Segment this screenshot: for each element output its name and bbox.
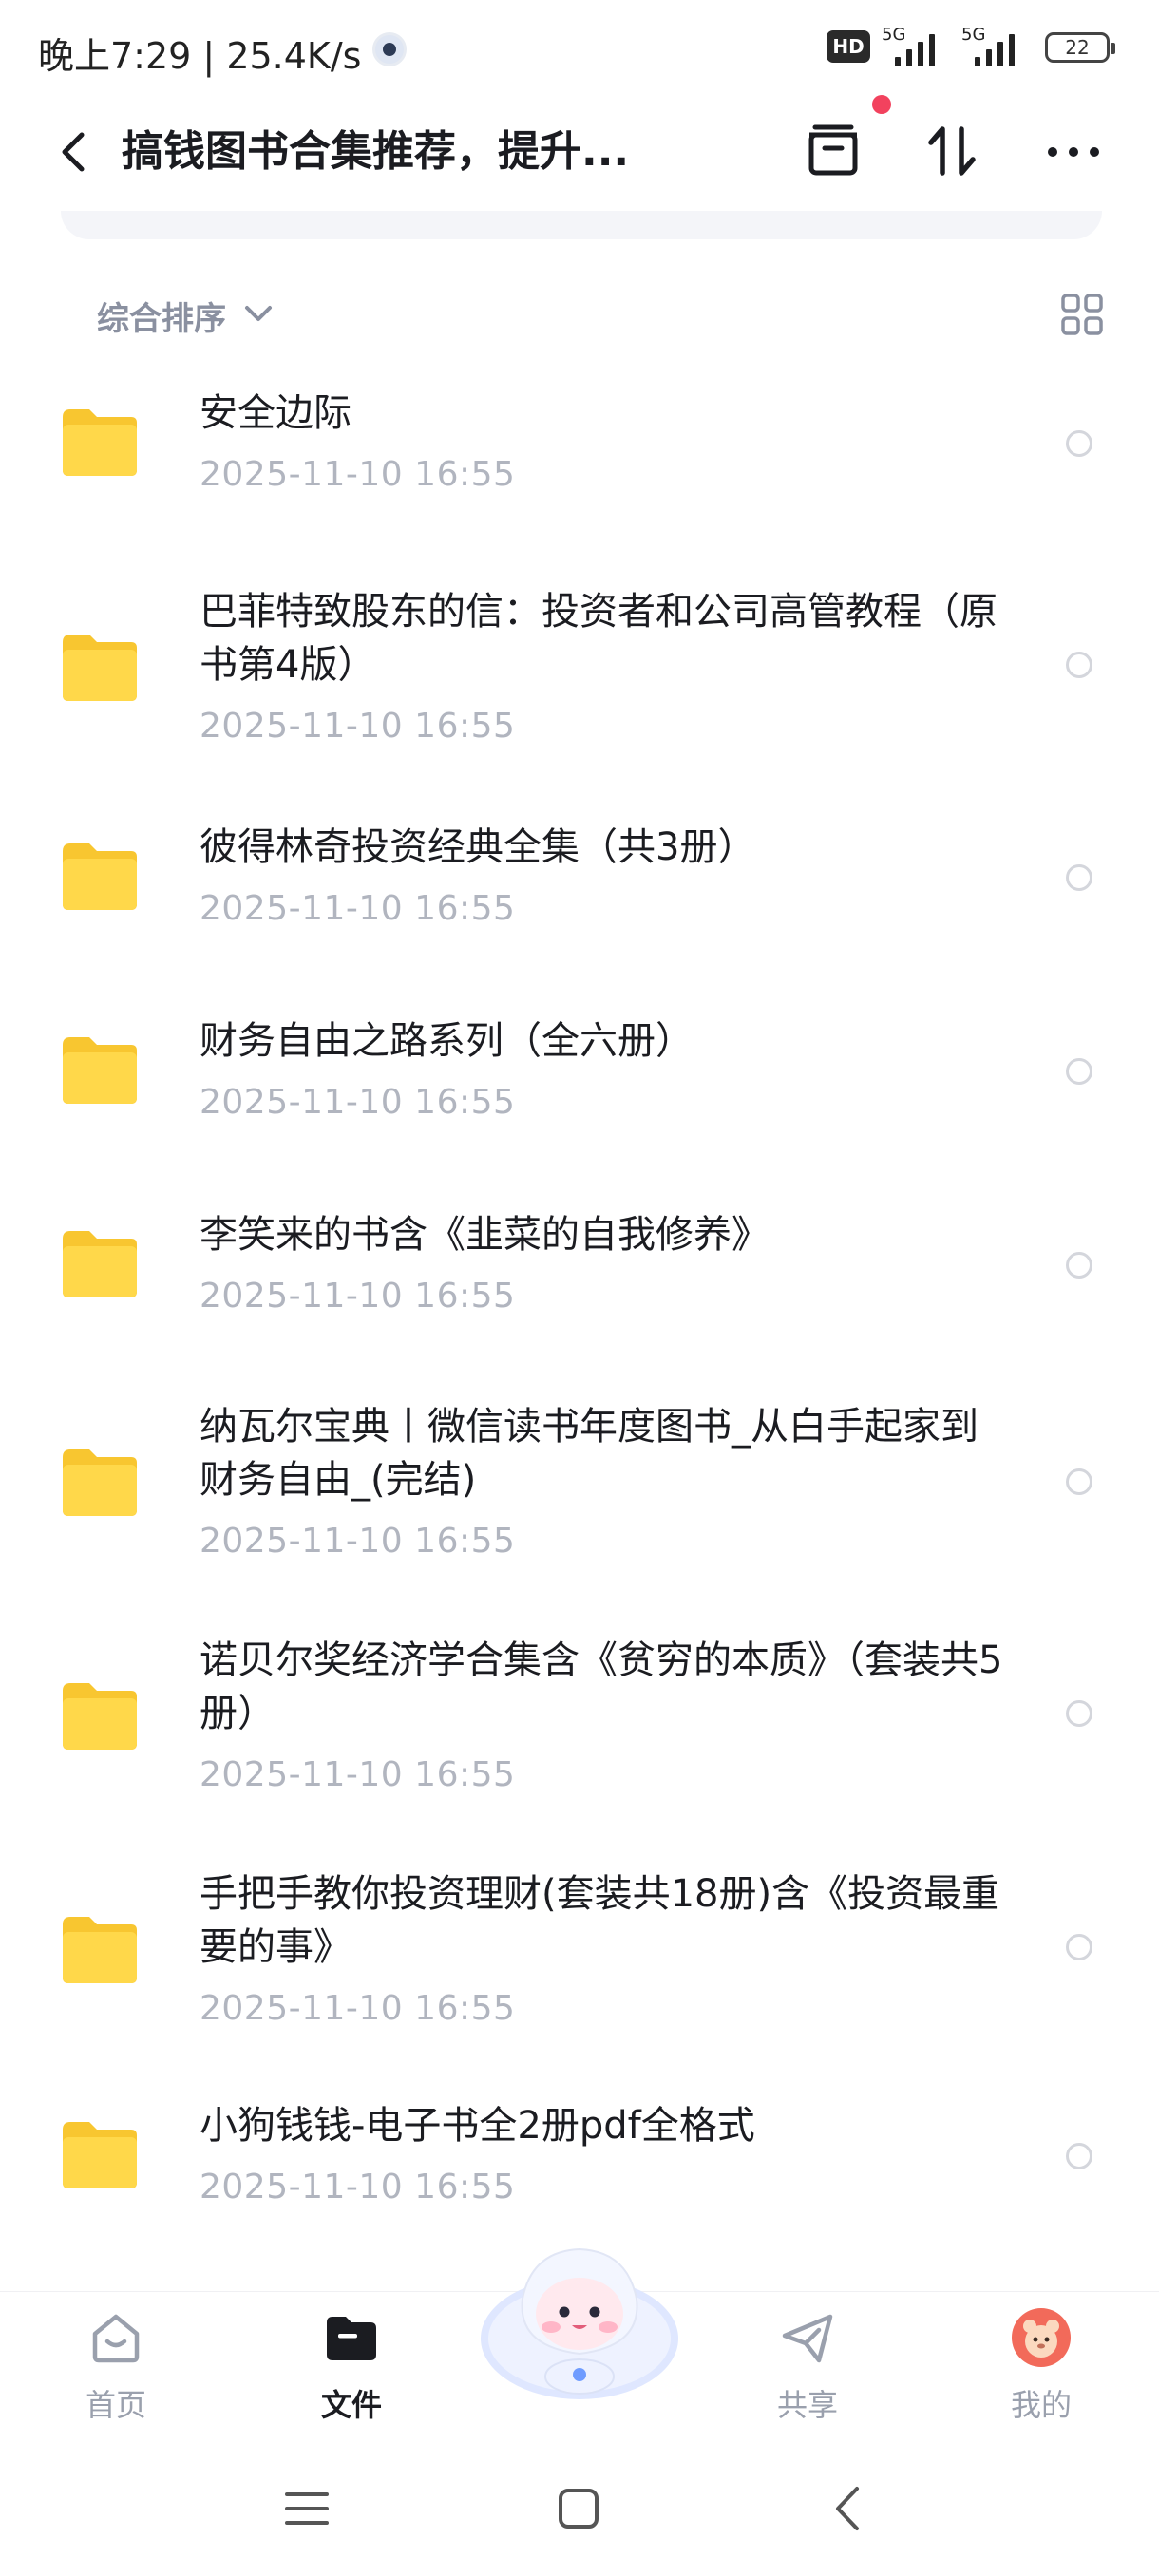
item-name: 巴菲特致股东的信：投资者和公司高管教程（原书第4版） — [200, 590, 998, 687]
chevron-down-icon[interactable] — [241, 296, 276, 331]
item-date: 2025-11-10 16:55 — [200, 2168, 516, 2207]
item-date: 2025-11-10 16:55 — [200, 889, 516, 928]
select-radio[interactable] — [1066, 1468, 1092, 1495]
back-nav-icon[interactable] — [817, 2475, 884, 2542]
home-icon — [92, 2314, 140, 2363]
item-name: 财务自由之路系列（全六册） — [200, 1019, 694, 1063]
item-name: 李笑来的书含《韭菜的自我修养》 — [200, 1213, 770, 1257]
select-radio[interactable] — [1066, 864, 1092, 891]
notification-dot — [872, 95, 891, 114]
folder-icon — [63, 1037, 137, 1104]
avatar-icon — [1012, 2308, 1071, 2367]
select-radio[interactable] — [1066, 2143, 1092, 2169]
folder-icon — [63, 635, 137, 701]
folder-icon — [63, 1683, 137, 1750]
select-radio[interactable] — [1066, 1058, 1092, 1085]
transfer-box-icon[interactable] — [796, 114, 872, 190]
signal-icon: 5G — [882, 25, 946, 66]
item-date: 2025-11-10 16:55 — [200, 707, 516, 746]
battery-icon: 22 — [1045, 32, 1115, 63]
status-speed: 25.4K/s — [226, 35, 362, 77]
item-date: 2025-11-10 16:55 — [200, 1277, 516, 1316]
item-date: 2025-11-10 16:55 — [200, 1083, 516, 1122]
grid-view-icon[interactable] — [1060, 293, 1104, 336]
hd-badge: HD — [826, 30, 870, 63]
folder-icon — [63, 843, 137, 910]
folder-icon — [63, 1231, 137, 1297]
item-name: 纳瓦尔宝典丨微信读书年度图书_从白手起家到财务自由_(完结) — [200, 1405, 978, 1502]
search-band — [61, 211, 1102, 239]
item-date: 2025-11-10 16:55 — [200, 1522, 516, 1561]
nav-label: 共享 — [776, 2387, 838, 2423]
item-date: 2025-11-10 16:55 — [200, 455, 516, 494]
select-radio[interactable] — [1066, 1252, 1092, 1279]
signal-icon: 5G — [961, 25, 1026, 66]
sort-arrows-icon[interactable] — [914, 114, 990, 190]
nav-files[interactable]: 文件 — [276, 2292, 428, 2444]
folder-icon — [63, 1449, 137, 1516]
nav-share[interactable]: 共享 — [732, 2292, 884, 2444]
item-name: 彼得林奇投资经典全集（共3册） — [200, 825, 756, 869]
status-bar: 晚上7:29 | 25.4K/s HD 5G 5G 22 — [0, 0, 1159, 95]
nav-label: 文件 — [320, 2387, 382, 2423]
network-label: 5G — [882, 25, 906, 45]
select-radio[interactable] — [1066, 430, 1092, 457]
item-date: 2025-11-10 16:55 — [200, 1755, 516, 1794]
item-name: 安全边际 — [200, 391, 352, 435]
nav-home[interactable]: 首页 — [40, 2292, 192, 2444]
select-radio[interactable] — [1066, 652, 1092, 678]
select-radio[interactable] — [1066, 1700, 1092, 1727]
status-time: 晚上7:29 | 25.4K/s — [38, 35, 362, 77]
top-bar: 搞钱图书合集推荐，提升... — [0, 95, 1159, 209]
home-button-icon[interactable] — [545, 2475, 612, 2542]
folder-icon — [63, 409, 137, 476]
network-label: 5G — [961, 25, 986, 45]
folder-icon — [63, 2122, 137, 2188]
share-icon — [782, 2314, 833, 2363]
nav-label: 我的 — [1010, 2387, 1072, 2423]
page-title: 搞钱图书合集推荐，提升... — [122, 127, 630, 176]
folder-icon — [327, 2317, 376, 2360]
item-name: 诺贝尔奖经济学合集含《贫穷的本质》（套装共5册） — [200, 1638, 1003, 1735]
select-radio[interactable] — [1066, 1934, 1092, 1960]
item-name: 小狗钱钱-电子书全2册pdf全格式 — [200, 2104, 755, 2148]
folder-icon — [63, 1917, 137, 1983]
more-icon[interactable] — [1036, 114, 1112, 190]
back-icon[interactable] — [46, 123, 103, 180]
menu-icon[interactable] — [274, 2475, 340, 2542]
item-date: 2025-11-10 16:55 — [200, 1989, 516, 2028]
sort-dropdown[interactable]: 综合排序 — [97, 293, 226, 339]
system-nav-bar — [0, 2443, 1159, 2576]
nav-label: 首页 — [85, 2387, 146, 2423]
item-name: 手把手教你投资理财(套装共18册)含《投资最重要的事》 — [200, 1872, 1000, 1969]
assistant-status-icon — [372, 32, 407, 66]
nav-mine[interactable]: 我的 — [965, 2292, 1117, 2444]
sort-row: 综合排序 — [0, 285, 1159, 351]
ai-assistant-mascot-icon[interactable] — [475, 2232, 684, 2413]
